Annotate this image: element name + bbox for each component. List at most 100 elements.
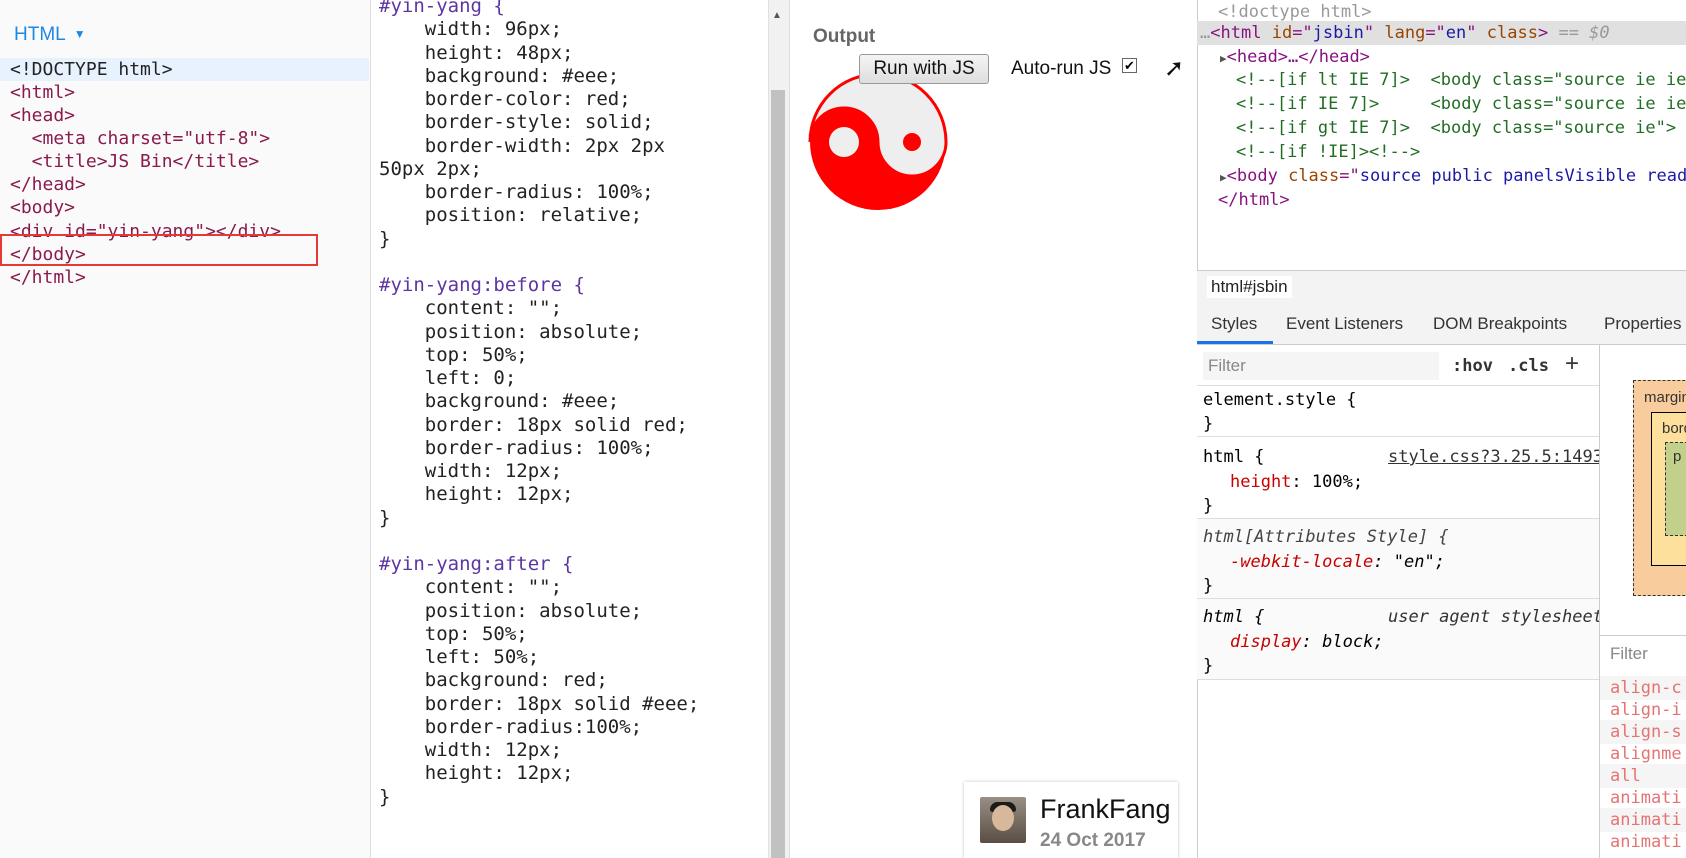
css-code-line[interactable]: }	[379, 785, 390, 810]
css-code-line[interactable]: top: 50%;	[379, 343, 528, 368]
dom-head-node[interactable]: ▶<head>…</head>	[1220, 45, 1370, 69]
css-scrollbar-thumb[interactable]	[771, 90, 785, 858]
dom-comment-2[interactable]: <!--[if IE 7]> <body class="source ie ie…	[1236, 92, 1686, 116]
breadcrumb[interactable]: html#jsbin	[1207, 276, 1292, 298]
computed-filter-input[interactable]: Filter	[1610, 644, 1648, 664]
css-code-line[interactable]: border: 18px solid red;	[379, 413, 688, 438]
cls-toggle-button[interactable]: .cls	[1508, 356, 1549, 376]
rule-property[interactable]: -webkit-locale: "en";	[1230, 550, 1445, 574]
code-line-4[interactable]: <meta charset="utf-8">	[10, 127, 270, 150]
caret-down-icon[interactable]: ▼	[74, 27, 86, 41]
css-code-line[interactable]: 50px 2px;	[379, 157, 482, 182]
css-code-line[interactable]: }	[379, 227, 390, 252]
avatar[interactable]	[980, 797, 1026, 843]
css-code-line[interactable]: height: 12px;	[379, 482, 574, 507]
code-line-3[interactable]: <head>	[10, 104, 75, 127]
code-line-5[interactable]: <title>JS Bin</title>	[10, 150, 260, 173]
rule-selector[interactable]: html[Attributes Style] {	[1203, 525, 1449, 549]
dom-text: <!--[if !IE]><!-->	[1236, 142, 1421, 162]
css-code-line[interactable]: background: #eee;	[379, 64, 619, 89]
css-code-line[interactable]: border-radius: 100%;	[379, 436, 654, 461]
scroll-up-arrow-icon[interactable]: ▲	[772, 10, 782, 21]
css-code-line[interactable]: content: "";	[379, 296, 562, 321]
css-code-line[interactable]: background: red;	[379, 668, 608, 693]
code-line-7[interactable]: <body>	[10, 196, 75, 219]
dom-comment-3[interactable]: <!--[if gt IE 7]> <body class="source ie…	[1236, 116, 1676, 140]
code-line-10[interactable]: </html>	[10, 266, 86, 289]
dom-comment-1[interactable]: <!--[if lt IE 7]> <body class="source ie…	[1236, 68, 1686, 92]
css-code-line[interactable]: width: 96px;	[379, 17, 562, 42]
css-code-line[interactable]: position: absolute;	[379, 599, 642, 624]
prop-name: display	[1230, 632, 1302, 652]
active-tab-indicator	[1197, 341, 1273, 344]
css-code-line[interactable]: #yin-yang:before {	[379, 273, 585, 298]
computed-property[interactable]: align-c	[1600, 676, 1686, 700]
tab-event-listeners[interactable]: Event Listeners	[1286, 314, 1403, 334]
rule-source-link[interactable]: style.css?3.25.5:1493	[1388, 445, 1603, 469]
computed-property[interactable]: all	[1600, 764, 1686, 788]
tab-dom-breakpoints[interactable]: DOM Breakpoints	[1433, 314, 1567, 334]
dom-attr: id	[1271, 23, 1293, 43]
prop-name: -webkit-locale	[1230, 552, 1374, 572]
tab-styles[interactable]: Styles	[1211, 314, 1257, 334]
rule-close: }	[1203, 656, 1214, 676]
dom-html-node[interactable]: …<html id="jsbin" lang="en" class> == $0	[1200, 21, 1610, 45]
code-line-6[interactable]: </head>	[10, 173, 86, 196]
styles-filter-input[interactable]: Filter	[1203, 352, 1439, 380]
css-code-line[interactable]: position: relative;	[379, 203, 642, 228]
dom-body-node[interactable]: ▶<body class="source public panelsVisibl…	[1220, 164, 1686, 188]
hov-toggle-button[interactable]: :hov	[1452, 356, 1493, 376]
computed-property[interactable]: animati	[1600, 830, 1686, 854]
rule-selector[interactable]: html {	[1203, 605, 1264, 629]
css-code-line[interactable]: border-style: solid;	[379, 110, 654, 135]
css-code-line[interactable]: border-color: red;	[379, 87, 631, 112]
triangle-right-icon[interactable]: ▶	[1220, 52, 1227, 65]
dom-text: <body class="source ie">	[1430, 118, 1677, 138]
css-code-line[interactable]: #yin-yang:after {	[379, 552, 573, 577]
css-code-line[interactable]: }	[379, 506, 390, 531]
css-code-line[interactable]: border: 18px solid #eee;	[379, 692, 700, 717]
autorun-checkbox[interactable]: ✔	[1122, 58, 1137, 73]
computed-property[interactable]: alignme	[1600, 742, 1686, 766]
code-text: </html>	[10, 267, 86, 288]
rule-selector[interactable]: element.style {	[1203, 388, 1357, 412]
arrow-up-right-icon[interactable]: ➚	[1164, 54, 1184, 83]
computed-property[interactable]: animati	[1600, 786, 1686, 810]
rule-property[interactable]: display: block;	[1230, 630, 1384, 654]
computed-property[interactable]: align-i	[1600, 698, 1686, 722]
dom-attr: class	[1288, 166, 1340, 186]
triangle-right-icon[interactable]: ▶	[1220, 171, 1227, 184]
rule-property[interactable]: height: 100%;	[1230, 470, 1363, 494]
css-code-line[interactable]: top: 50%;	[379, 622, 528, 647]
css-code-line[interactable]: height: 12px;	[379, 761, 574, 786]
css-code-line[interactable]: background: #eee;	[379, 389, 619, 414]
css-code-line[interactable]: width: 12px;	[379, 459, 562, 484]
css-code-line[interactable]: left: 0;	[379, 366, 517, 391]
run-with-js-button[interactable]: Run with JS	[859, 54, 989, 84]
tab-properties[interactable]: Properties	[1604, 314, 1681, 334]
css-code-line[interactable]: content: "";	[379, 575, 562, 600]
code-line-2[interactable]: <html>	[10, 81, 75, 104]
profile-name[interactable]: FrankFang	[1040, 794, 1171, 825]
css-code-line[interactable]: border-width: 2px 2px	[379, 134, 665, 159]
dom-text: <!--[if lt IE 7]>	[1236, 70, 1410, 90]
rule-close: }	[1203, 414, 1214, 434]
code-line-1[interactable]: <!DOCTYPE html>	[0, 58, 369, 81]
css-code-line[interactable]: left: 50%;	[379, 645, 539, 670]
yin-yang-render	[808, 72, 948, 210]
dom-comment-4[interactable]: <!--[if !IE]><!-->	[1236, 140, 1420, 164]
computed-property[interactable]: animati	[1600, 808, 1686, 832]
dom-val: en	[1445, 23, 1467, 43]
new-style-rule-button[interactable]: +	[1565, 350, 1579, 378]
rule-selector[interactable]: html {	[1203, 445, 1264, 469]
css-code-line[interactable]: width: 12px;	[379, 738, 562, 763]
css-code-line[interactable]: position: absolute;	[379, 320, 642, 345]
css-code-line[interactable]: border-radius:100%;	[379, 715, 642, 740]
html-panel-tab[interactable]: HTML ▼	[14, 24, 86, 46]
css-code-line[interactable]: height: 48px;	[379, 41, 574, 66]
dom-html-close[interactable]: </html>	[1218, 188, 1290, 212]
dom-text: <head>…</head>	[1226, 47, 1370, 67]
code-text: <html>	[10, 82, 76, 103]
css-code-line[interactable]: border-radius: 100%;	[379, 180, 654, 205]
computed-property[interactable]: align-s	[1600, 720, 1686, 744]
